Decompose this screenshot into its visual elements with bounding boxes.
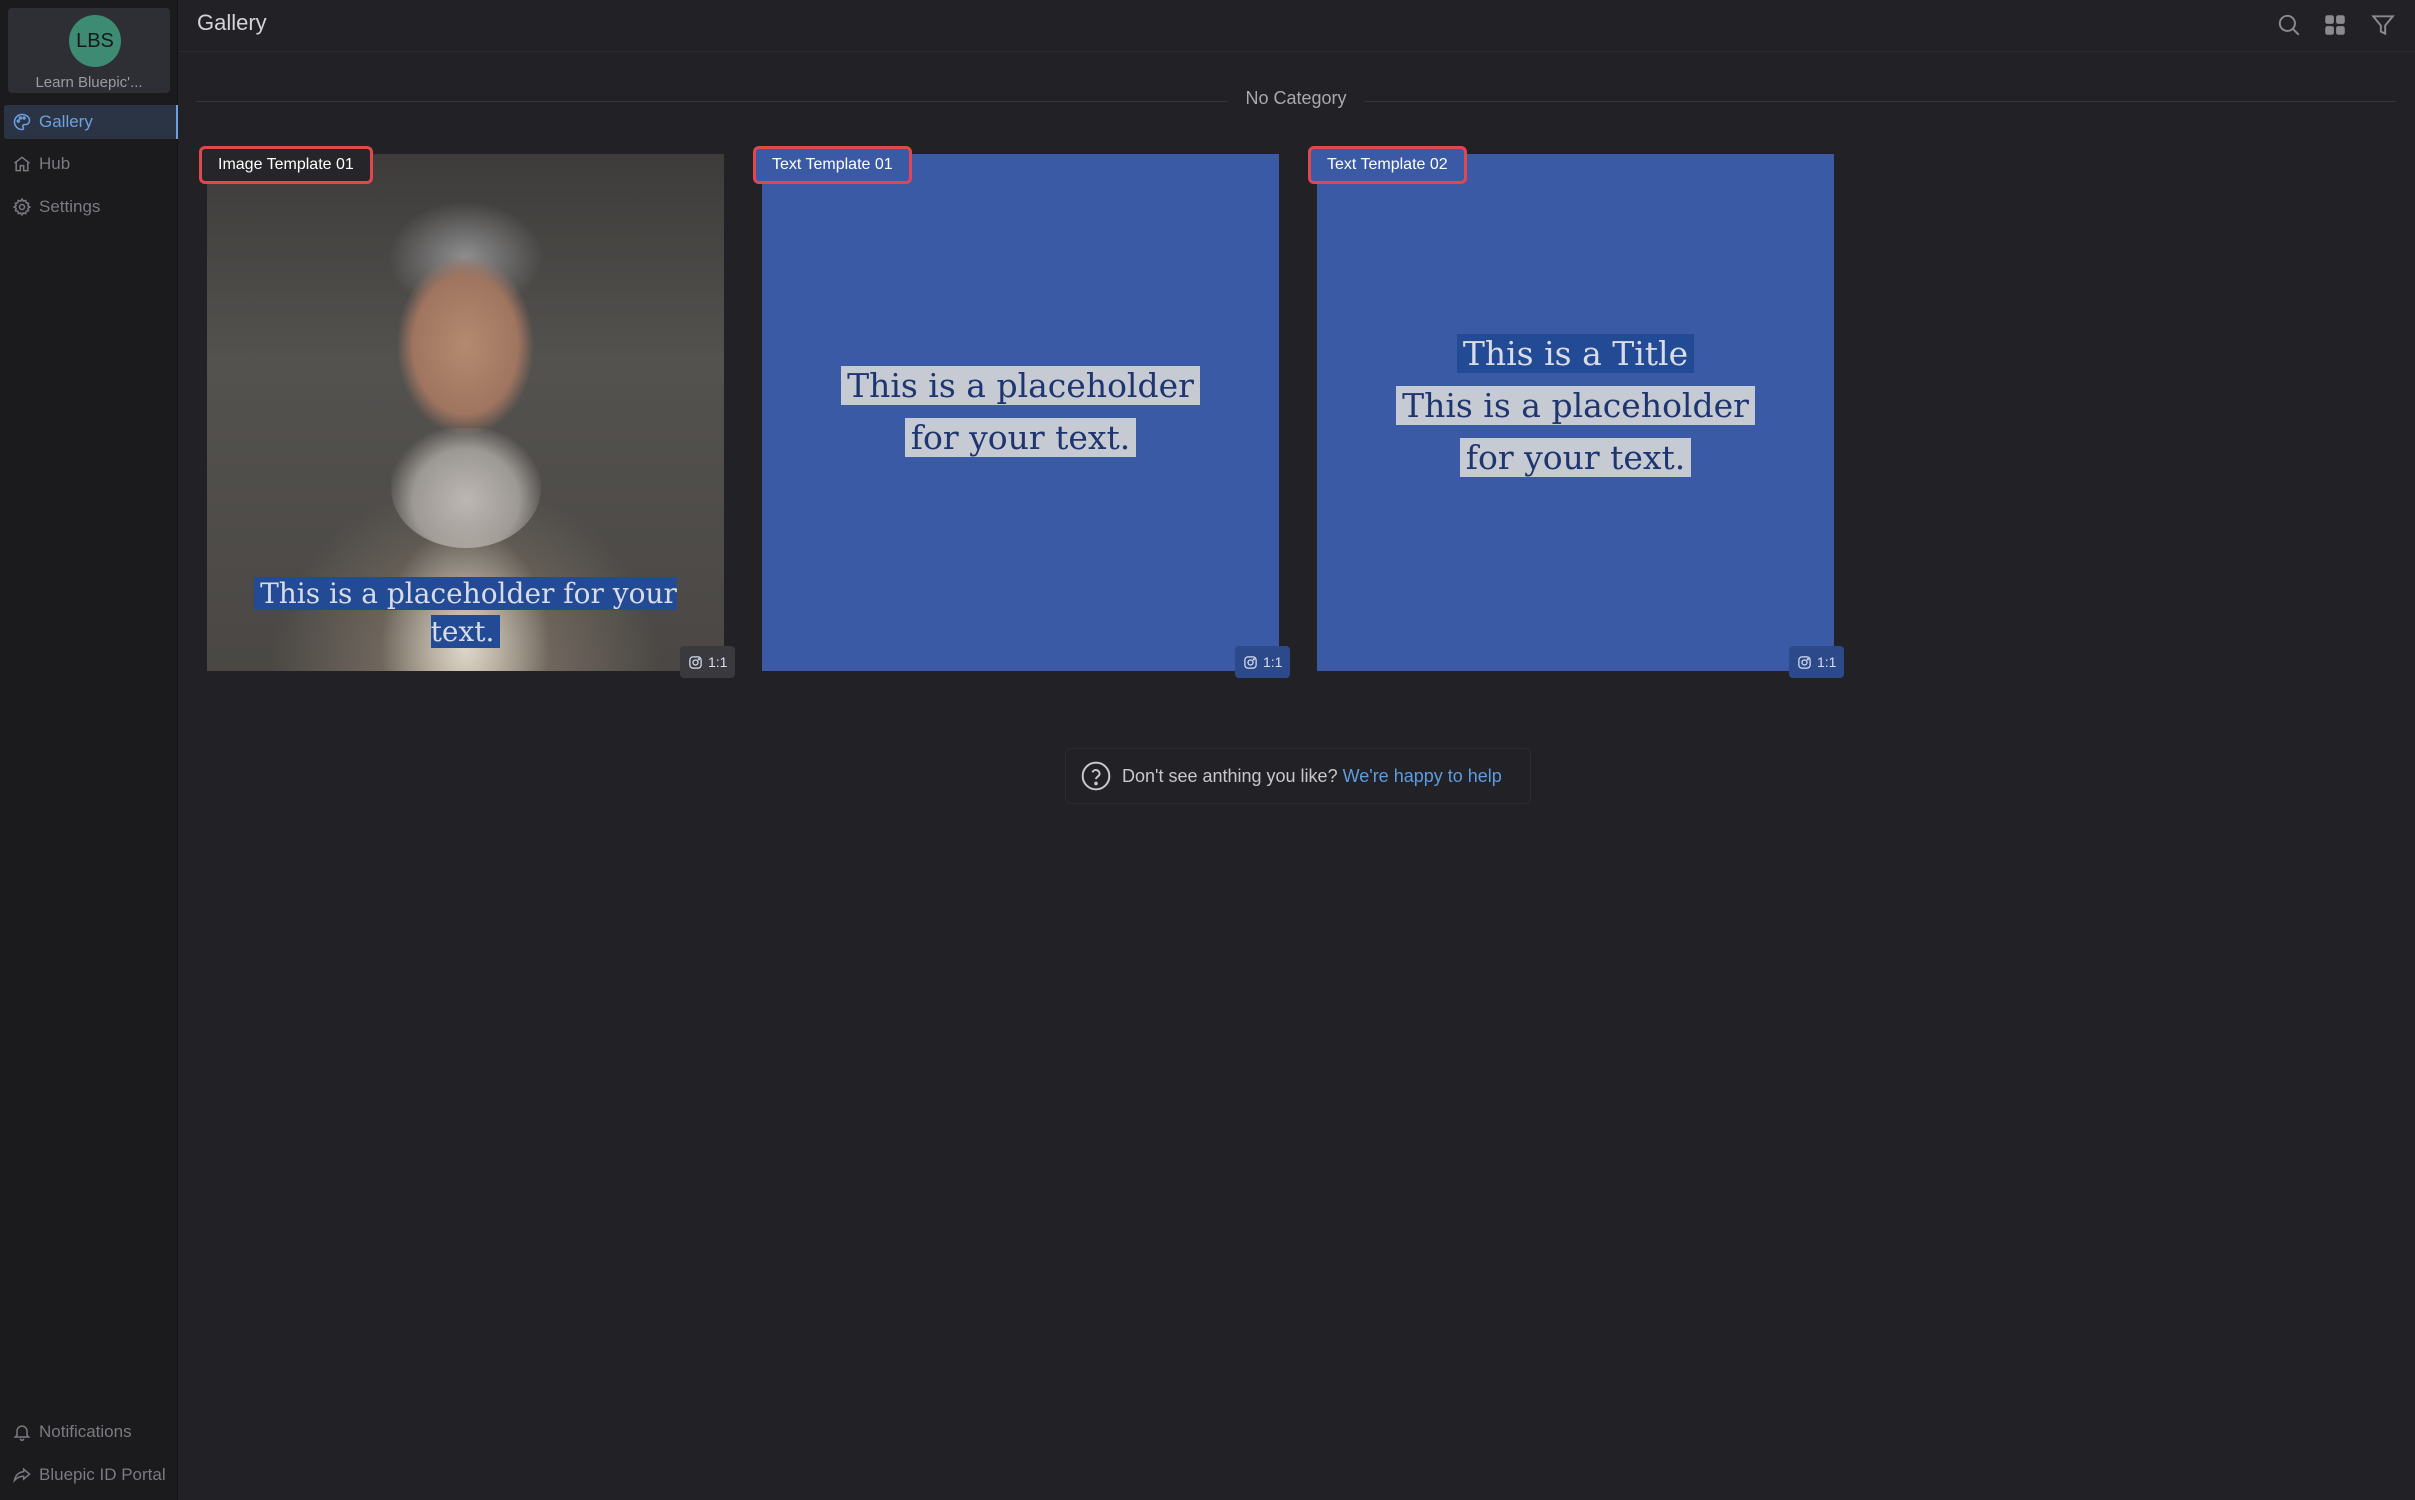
instagram-icon [1244, 655, 1257, 669]
workspace-name: Learn Bluepic'... [35, 74, 143, 91]
sidebar: LBS Learn Bluepic'... Gallery Hub Settin… [0, 0, 178, 1500]
template-card-image-01[interactable]: This is a placeholder for your text. [207, 154, 724, 671]
ratio-badge: 1:1 [680, 646, 736, 678]
ratio-label: 1:1 [708, 654, 728, 670]
avatar: LBS [69, 15, 121, 67]
sidebar-item-hub[interactable]: Hub [4, 147, 178, 181]
sidebar-item-label: Hub [39, 154, 71, 173]
template-name-tag[interactable]: Image Template 01 [199, 146, 373, 184]
home-icon [14, 156, 30, 172]
workspace-switcher[interactable]: LBS Learn Bluepic'... [8, 8, 170, 93]
portrait-image [390, 428, 541, 548]
instagram-icon [689, 655, 702, 669]
share-icon [13, 1467, 31, 1484]
top-bar: Gallery [178, 0, 2415, 52]
filter-button[interactable] [2368, 10, 2398, 40]
search-icon [2278, 14, 2300, 36]
template-preview-text: This is a placeholder for your text. [762, 360, 1279, 464]
sidebar-item-gallery[interactable]: Gallery [4, 105, 178, 139]
help-text: Don't see anthing you like? [1122, 765, 1338, 786]
category-label: No Category [1227, 88, 1365, 109]
sidebar-item-bluepic-id-portal[interactable]: Bluepic ID Portal [4, 1458, 178, 1492]
question-circle-icon [1081, 761, 1111, 791]
palette-icon [13, 113, 31, 131]
help-link[interactable]: We're happy to help [1343, 766, 1502, 787]
sidebar-item-label: Settings [39, 197, 101, 216]
sidebar-item-settings[interactable]: Settings [4, 190, 178, 224]
bell-icon [13, 1425, 31, 1442]
sidebar-item-label: Bluepic ID Portal [39, 1465, 166, 1484]
instagram-icon [1798, 655, 1811, 669]
grid-icon [2325, 15, 2345, 35]
template-name-tag[interactable]: Text Template 01 [753, 146, 912, 184]
ratio-label: 1:1 [1263, 654, 1283, 670]
search-button[interactable] [2274, 10, 2304, 40]
sidebar-item-label: Gallery [39, 112, 93, 131]
sidebar-item-notifications[interactable]: Notifications [4, 1415, 178, 1449]
ratio-badge: 1:1 [1789, 646, 1845, 678]
grid-view-button[interactable] [2320, 10, 2350, 40]
template-card-text-01[interactable]: This is a placeholder for your text. [762, 154, 1279, 671]
gear-icon [12, 197, 32, 217]
ratio-label: 1:1 [1817, 654, 1837, 670]
template-preview-text: This is a placeholder for your text. [227, 575, 704, 651]
template-preview-text: This is a Title This is a placeholder fo… [1317, 328, 1834, 484]
template-name-tag[interactable]: Text Template 02 [1308, 146, 1467, 184]
category-header: No Category [196, 88, 2396, 114]
filter-icon [2371, 15, 2395, 36]
sidebar-item-label: Notifications [39, 1422, 132, 1441]
ratio-badge: 1:1 [1235, 646, 1291, 678]
page-title: Gallery [197, 10, 267, 35]
template-card-text-02[interactable]: This is a Title This is a placeholder fo… [1317, 154, 1834, 671]
help-box: Don't see anthing you like? We're happy … [1065, 748, 1531, 804]
